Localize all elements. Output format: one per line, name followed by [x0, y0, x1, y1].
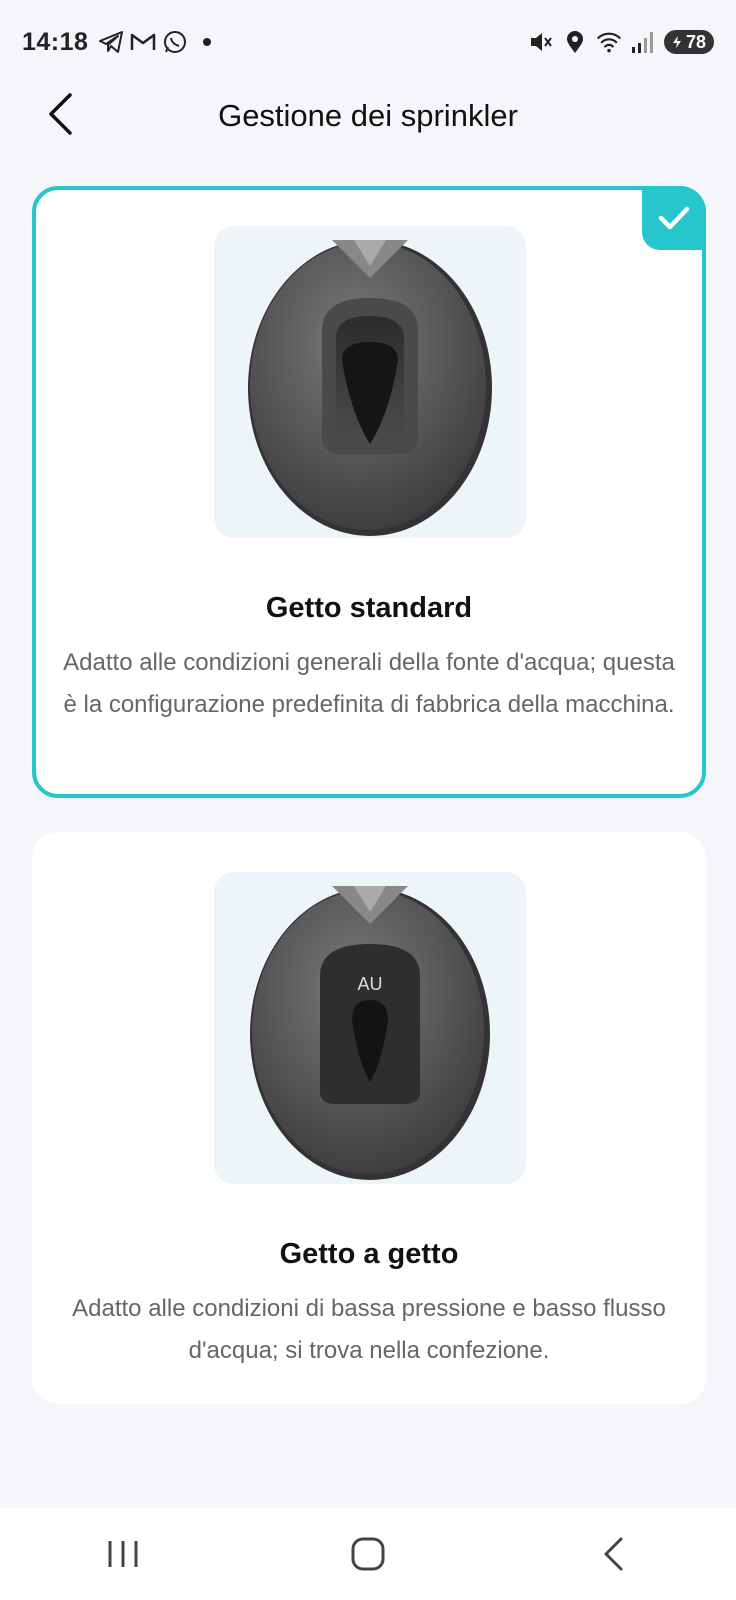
location-icon	[562, 29, 588, 55]
battery-level: 78	[685, 31, 706, 52]
gmail-icon	[130, 29, 156, 55]
status-left: 14:18	[22, 28, 220, 57]
checkmark-icon	[658, 206, 690, 230]
option-title: Getto a getto	[279, 1238, 459, 1270]
recent-apps-button[interactable]	[83, 1524, 163, 1584]
notification-icons	[98, 29, 220, 55]
app-header: Gestione dei sprinkler	[0, 84, 736, 194]
sprinkler-jet-image: AU	[214, 872, 526, 1184]
status-right: 78	[528, 29, 714, 55]
battery-icon: 78	[663, 30, 714, 54]
selected-badge	[642, 186, 706, 250]
sprinkler-standard-image	[214, 226, 526, 538]
status-time: 14:18	[22, 27, 89, 56]
home-icon	[351, 1537, 385, 1571]
system-nav-bar	[0, 1508, 736, 1600]
wifi-icon	[596, 29, 622, 55]
option-description: Adatto alle condizioni di bassa pression…	[72, 1295, 666, 1364]
recent-apps-icon	[108, 1541, 138, 1567]
option-title: Getto standard	[265, 592, 473, 624]
back-icon	[604, 1537, 623, 1571]
option-card-standard[interactable]: Getto standard Adatto alle condizioni ge…	[32, 186, 706, 798]
status-bar: 14:18 78	[0, 0, 736, 84]
dot-icon	[194, 29, 220, 55]
nav-back-button[interactable]	[573, 1524, 653, 1584]
home-button[interactable]	[328, 1524, 408, 1584]
option-description: Adatto alle condizioni generali della fo…	[63, 649, 675, 718]
au-label: AU	[357, 974, 382, 994]
option-card-jet[interactable]: AU Getto a getto Adatto alle condizioni …	[32, 832, 706, 1404]
telegram-icon	[98, 29, 124, 55]
signal-icon	[630, 29, 656, 55]
mute-icon	[528, 29, 554, 55]
page-title: Gestione dei sprinkler	[218, 98, 518, 133]
whatsapp-icon	[162, 29, 188, 55]
